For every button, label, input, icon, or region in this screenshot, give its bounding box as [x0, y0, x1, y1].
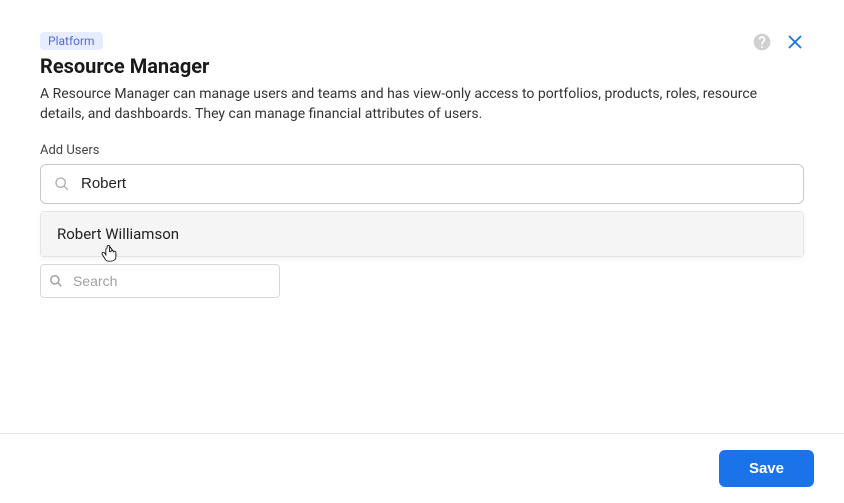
search-icon [54, 176, 70, 192]
secondary-search-input[interactable] [40, 264, 280, 298]
dialog-footer: Save [0, 433, 844, 503]
save-button[interactable]: Save [719, 450, 814, 487]
add-users-label: Add Users [40, 143, 804, 158]
user-suggestion-item[interactable]: Robert Williamson [41, 212, 803, 256]
user-suggestion-dropdown: Robert Williamson [40, 211, 804, 257]
close-icon[interactable] [786, 33, 804, 51]
search-icon [49, 274, 63, 288]
role-description: A Resource Manager can manage users and … [40, 84, 760, 125]
platform-badge: Platform [40, 32, 103, 50]
page-title: Resource Manager [40, 54, 752, 78]
secondary-search-wrapper [40, 264, 280, 298]
add-users-search-wrapper: Robert Williamson [40, 164, 804, 204]
add-users-search-input[interactable] [40, 164, 804, 204]
help-icon[interactable] [752, 32, 772, 52]
